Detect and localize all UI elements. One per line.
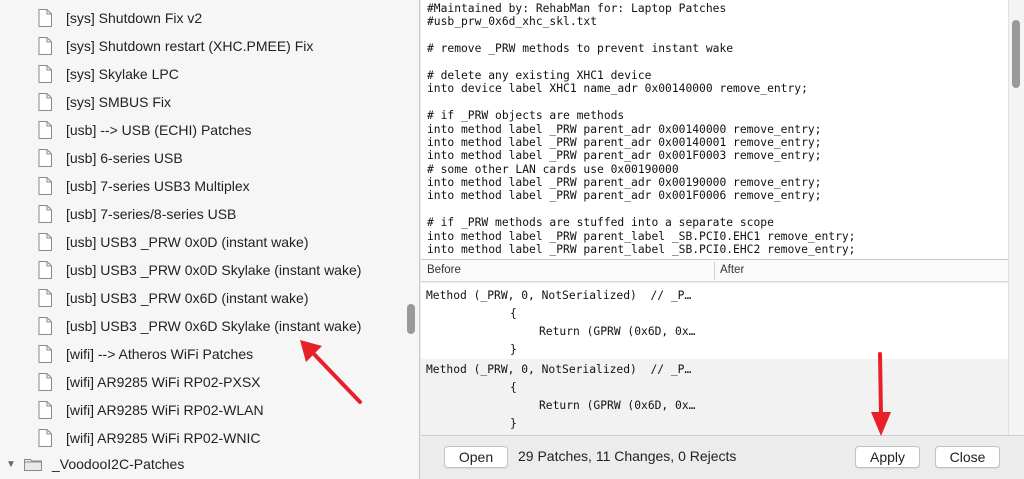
diff-line: } xyxy=(510,343,517,356)
patch-label: [usb] 6-series USB xyxy=(66,150,183,166)
patch-item[interactable]: [wifi] AR9285 WiFi RP02-WLAN xyxy=(38,396,264,424)
diff-table[interactable]: Method (_PRW, 0, NotSerialized) // _P… {… xyxy=(421,283,1008,435)
patch-label: [usb] 7-series USB3 Multiplex xyxy=(66,178,250,194)
patch-label: [usb] USB3 _PRW 0x0D Skylake (instant wa… xyxy=(66,262,362,278)
patch-item[interactable]: [usb] USB3 _PRW 0x0D (instant wake) xyxy=(38,228,309,256)
open-button[interactable]: Open xyxy=(444,446,508,468)
editor-line: into method label _PRW parent_adr 0x0019… xyxy=(427,176,822,190)
patch-label: [wifi] --> Atheros WiFi Patches xyxy=(66,346,254,362)
diff-line: Method (_PRW, 0, NotSerialized) // _P… xyxy=(426,289,692,302)
patch-item[interactable]: [usb] --> USB (ECHI) Patches xyxy=(38,116,252,144)
document-icon xyxy=(38,9,52,27)
patch-label: [usb] 7-series/8-series USB xyxy=(66,206,237,222)
patch-label: [wifi] AR9285 WiFi RP02-PXSX xyxy=(66,374,261,390)
patch-item[interactable]: [wifi] AR9285 WiFi RP02-WNIC xyxy=(38,424,260,452)
patch-label: [sys] Skylake LPC xyxy=(66,66,179,82)
patch-label: [wifi] AR9285 WiFi RP02-WNIC xyxy=(66,430,261,446)
patch-item[interactable]: [wifi] --> Atheros WiFi Patches xyxy=(38,340,253,368)
editor-line: into method label _PRW parent_label _SB.… xyxy=(427,243,856,257)
document-icon xyxy=(38,289,52,307)
patch-item[interactable]: [sys] Shutdown Fix v2 xyxy=(38,4,202,32)
patch-item[interactable]: [usb] 7-series USB3 Multiplex xyxy=(38,172,250,200)
editor-scrollbar-thumb[interactable] xyxy=(1012,20,1020,88)
diff-row[interactable]: Method (_PRW, 0, NotSerialized) // _P… {… xyxy=(421,283,1008,359)
editor-line: into device label XHC1 name_adr 0x001400… xyxy=(427,82,808,96)
editor-line: into method label _PRW parent_adr 0x0014… xyxy=(427,122,822,136)
annotation-arrow-icon xyxy=(871,352,891,436)
document-icon xyxy=(38,149,52,167)
patch-label: [wifi] AR9285 WiFi RP02-WLAN xyxy=(66,402,264,418)
diff-scrollbar-track[interactable] xyxy=(1008,260,1024,435)
patch-item[interactable]: [sys] SMBUS Fix xyxy=(38,88,171,116)
close-button[interactable]: Close xyxy=(935,446,1000,468)
editor-line: # delete any existing XHC1 device xyxy=(427,68,652,82)
document-icon xyxy=(38,65,52,83)
patch-item[interactable]: [usb] 6-series USB xyxy=(38,144,183,172)
after-column-header[interactable]: After xyxy=(720,264,744,276)
diff-row[interactable]: Method (_PRW, 0, NotSerialized) // _P… {… xyxy=(421,359,1008,435)
column-divider[interactable] xyxy=(714,262,715,280)
diff-line: { xyxy=(510,381,517,394)
patch-label: [sys] Shutdown restart (XHC.PMEE) Fix xyxy=(66,38,314,54)
editor-line: into method label _PRW parent_adr 0x001F… xyxy=(427,149,822,163)
sidebar-scrollbar[interactable] xyxy=(407,304,415,334)
patch-item[interactable]: [usb] 7-series/8-series USB xyxy=(38,200,236,228)
diff-line: } xyxy=(510,417,517,430)
editor-line: into method label _PRW parent_adr 0x0014… xyxy=(427,135,822,149)
document-icon xyxy=(38,261,52,279)
document-icon xyxy=(38,121,52,139)
document-icon xyxy=(38,37,52,55)
document-icon xyxy=(38,429,52,447)
patch-text-editor[interactable]: #Maintained by: RehabMan for: Laptop Pat… xyxy=(421,0,1008,260)
folder-row[interactable]: ▼ _VoodooI2C-Patches xyxy=(6,452,184,476)
document-icon xyxy=(38,233,52,251)
patch-item[interactable]: [usb] USB3 _PRW 0x0D Skylake (instant wa… xyxy=(38,256,361,284)
patch-item[interactable]: [wifi] AR9285 WiFi RP02-PXSX xyxy=(38,368,261,396)
diff-line: Return (GPRW (0x6D, 0x… xyxy=(539,325,696,338)
document-icon xyxy=(38,345,52,363)
patch-label: [sys] SMBUS Fix xyxy=(66,94,172,110)
document-icon xyxy=(38,205,52,223)
document-icon xyxy=(38,177,52,195)
patch-label: [usb] --> USB (ECHI) Patches xyxy=(66,122,252,138)
diff-line: Return (GPRW (0x6D, 0x… xyxy=(539,399,696,412)
patch-label: [usb] USB3 _PRW 0x6D (instant wake) xyxy=(66,290,309,306)
folder-icon xyxy=(24,459,42,471)
patch-item[interactable]: [usb] USB3 _PRW 0x6D (instant wake) xyxy=(38,284,309,312)
editor-line: #Maintained by: RehabMan for: Laptop Pat… xyxy=(427,2,727,15)
patch-label: [usb] USB3 _PRW 0x0D (instant wake) xyxy=(66,234,309,250)
disclosure-triangle-icon[interactable]: ▼ xyxy=(6,459,18,470)
patch-label: [sys] Shutdown Fix v2 xyxy=(66,10,203,26)
editor-line: #usb_prw_0x6d_xhc_skl.txt xyxy=(427,15,598,29)
diff-line: Method (_PRW, 0, NotSerialized) // _P… xyxy=(426,363,692,376)
annotation-arrow-icon xyxy=(300,340,362,404)
editor-line: into method label _PRW parent_adr 0x001F… xyxy=(427,189,822,203)
diff-line: { xyxy=(510,307,517,320)
editor-line: # if _PRW methods are stuffed into a sep… xyxy=(427,216,774,230)
document-icon xyxy=(38,93,52,111)
document-icon xyxy=(38,401,52,419)
folder-label: _VoodooI2C-Patches xyxy=(52,456,185,472)
editor-line: # some other LAN cards use 0x00190000 xyxy=(427,162,679,176)
bottom-toolbar: Open 29 Patches, 11 Changes, 0 Rejects A… xyxy=(421,435,1024,479)
before-column-header[interactable]: Before xyxy=(427,264,461,276)
status-summary: 29 Patches, 11 Changes, 0 Rejects xyxy=(518,448,737,464)
editor-line: # if _PRW objects are methods xyxy=(427,109,625,123)
patch-item[interactable]: [sys] Skylake LPC xyxy=(38,60,179,88)
patch-item[interactable]: [sys] Shutdown restart (XHC.PMEE) Fix xyxy=(38,32,313,60)
editor-line: # remove _PRW methods to prevent instant… xyxy=(427,42,734,56)
document-icon xyxy=(38,373,52,391)
editor-line: into method label _PRW parent_label _SB.… xyxy=(427,229,856,243)
apply-button[interactable]: Apply xyxy=(855,446,920,468)
document-icon xyxy=(38,317,52,335)
diff-column-header: Before After xyxy=(421,260,1008,282)
